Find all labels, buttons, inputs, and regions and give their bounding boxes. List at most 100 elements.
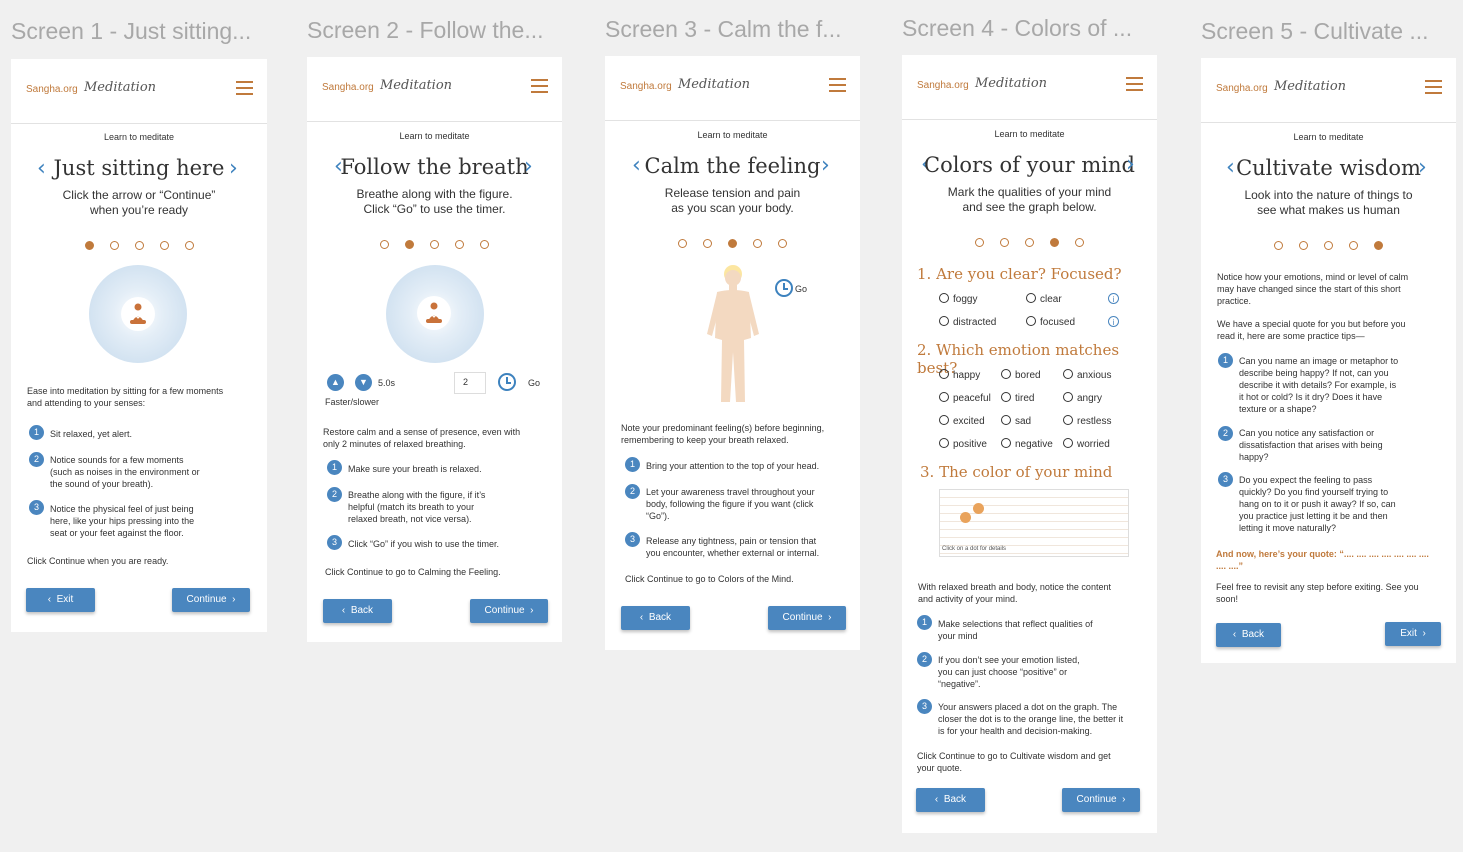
step-number-2: 2: [29, 452, 44, 467]
step-dot-3[interactable]: [1025, 238, 1034, 248]
hamburger-menu-icon[interactable]: [531, 79, 548, 97]
step-dot-5[interactable]: [184, 241, 194, 251]
chevron-left-icon: ‹: [639, 612, 644, 623]
radio-icon: [1001, 415, 1011, 425]
subtitle-line-2: as you scan your body.: [671, 201, 794, 215]
graph-hint: Click on a dot for details: [942, 546, 1007, 552]
radio-icon: [1001, 369, 1011, 379]
option-happy[interactable]: happy: [939, 369, 980, 381]
faster-button[interactable]: ▲: [327, 374, 344, 391]
step-dot-5[interactable]: [1374, 241, 1383, 251]
option-anxious[interactable]: anxious: [1063, 369, 1111, 381]
graph-dot[interactable]: [973, 503, 984, 514]
step-dot-3[interactable]: [134, 241, 144, 251]
graph-dot[interactable]: [960, 512, 971, 523]
next-arrow-icon[interactable]: ›: [1126, 152, 1135, 177]
hamburger-menu-icon[interactable]: [829, 78, 846, 96]
option-positive[interactable]: positive: [939, 438, 987, 450]
step-dot-4[interactable]: [1050, 238, 1059, 248]
back-button[interactable]: ‹ Back: [1216, 623, 1281, 647]
option-negative[interactable]: negative: [1001, 438, 1053, 450]
step-text-1: Make sure your breath is relaxed.: [348, 464, 482, 474]
option-restless[interactable]: restless: [1063, 415, 1111, 427]
step-dot-2[interactable]: [109, 241, 119, 251]
slower-button[interactable]: ▼: [355, 374, 372, 391]
step-dot-4[interactable]: [159, 241, 169, 251]
back-button[interactable]: ‹ Back: [621, 606, 690, 630]
step-dot-2[interactable]: [405, 240, 414, 250]
next-arrow-icon[interactable]: ›: [1418, 155, 1427, 180]
quote-text: And now, here’s your quote: “.... .... .…: [1216, 549, 1429, 571]
option-peaceful[interactable]: peaceful: [939, 392, 991, 404]
step-text-1: Make selections that reflect qualities o…: [938, 619, 1093, 641]
radio-icon: [1001, 392, 1011, 402]
option-excited[interactable]: excited: [939, 415, 985, 427]
option-focused[interactable]: focused: [1026, 316, 1075, 328]
footer-text: Feel free to revisit any step before exi…: [1216, 582, 1419, 604]
option-sad[interactable]: sad: [1001, 415, 1031, 427]
step-dot-4[interactable]: [455, 240, 464, 250]
step-text-1: Bring your attention to the top of your …: [646, 461, 820, 471]
hamburger-menu-icon[interactable]: [1126, 77, 1143, 95]
back-button[interactable]: ‹ Back: [916, 788, 985, 812]
option-clear[interactable]: clear: [1026, 293, 1062, 305]
screen-just-sitting: Sangha.org Meditation Learn to meditate …: [11, 59, 267, 632]
question-1-heading: 1. Are you clear? Focused?: [917, 265, 1122, 283]
step-dot-5[interactable]: [778, 239, 787, 249]
option-distracted[interactable]: distracted: [939, 316, 996, 328]
exit-button[interactable]: Exit ›: [1385, 622, 1441, 646]
timer-clock-icon[interactable]: [498, 373, 516, 391]
radio-icon: [1063, 392, 1073, 402]
continue-button[interactable]: Continue ›: [768, 606, 846, 630]
step-dot-1[interactable]: [380, 240, 389, 250]
step-dot-2[interactable]: [1000, 238, 1009, 248]
timer-clock-icon[interactable]: [775, 279, 793, 297]
go-button[interactable]: Go: [795, 283, 807, 295]
info-icon[interactable]: i: [1108, 316, 1119, 327]
option-foggy[interactable]: foggy: [939, 293, 977, 305]
mind-color-graph[interactable]: Click on a dot for details: [939, 489, 1129, 557]
step-dot-1[interactable]: [975, 238, 984, 248]
next-arrow-icon[interactable]: ›: [524, 154, 533, 179]
info-icon[interactable]: i: [1108, 293, 1119, 304]
option-worried[interactable]: worried: [1063, 438, 1110, 450]
app-header: Sangha.org Meditation: [1201, 58, 1456, 123]
exit-button[interactable]: ‹ Exit: [26, 588, 95, 612]
hamburger-menu-icon[interactable]: [236, 81, 253, 99]
step-dot-1[interactable]: [1274, 241, 1283, 251]
step-dot-5[interactable]: [480, 240, 489, 250]
step-dot-5[interactable]: [1075, 238, 1084, 248]
step-text-2: Can you notice any satisfaction or dissat…: [1239, 428, 1383, 462]
go-button[interactable]: Go: [528, 377, 540, 389]
option-bored[interactable]: bored: [1001, 369, 1041, 381]
brand-link[interactable]: Sangha.org: [322, 82, 374, 93]
step-dot-3[interactable]: [1324, 241, 1333, 251]
step-dot-1[interactable]: [84, 241, 94, 251]
continue-button[interactable]: Continue ›: [172, 588, 250, 612]
option-tired[interactable]: tired: [1001, 392, 1034, 404]
radio-icon: [939, 392, 949, 402]
continue-button[interactable]: Continue ›: [1062, 788, 1140, 812]
step-dot-3[interactable]: [430, 240, 439, 250]
screen-follow-breath: Sangha.org Meditation Learn to meditate …: [307, 57, 562, 642]
brand-link[interactable]: Sangha.org: [26, 84, 78, 95]
brand-link[interactable]: Sangha.org: [917, 80, 969, 91]
section-label: Learn to meditate: [399, 131, 470, 141]
footer-text: Click Continue to go to Cultivate wisdom…: [917, 751, 1111, 773]
hamburger-menu-icon[interactable]: [1425, 80, 1442, 98]
step-dot-2[interactable]: [1299, 241, 1308, 251]
back-button[interactable]: ‹ Back: [323, 599, 392, 623]
brand-link[interactable]: Sangha.org: [1216, 83, 1268, 94]
step-dot-4[interactable]: [753, 239, 762, 249]
continue-button[interactable]: Continue ›: [470, 599, 548, 623]
step-dot-4[interactable]: [1349, 241, 1358, 251]
step-dot-1[interactable]: [678, 239, 687, 249]
brand-link[interactable]: Sangha.org: [620, 81, 672, 92]
step-dot-3[interactable]: [728, 239, 737, 249]
timer-minutes-input[interactable]: 2: [454, 372, 486, 394]
next-arrow-icon[interactable]: ›: [821, 153, 830, 178]
option-angry[interactable]: angry: [1063, 392, 1102, 404]
next-arrow-icon[interactable]: ›: [229, 156, 238, 181]
step-number-1: 1: [1218, 353, 1233, 368]
step-dot-2[interactable]: [703, 239, 712, 249]
